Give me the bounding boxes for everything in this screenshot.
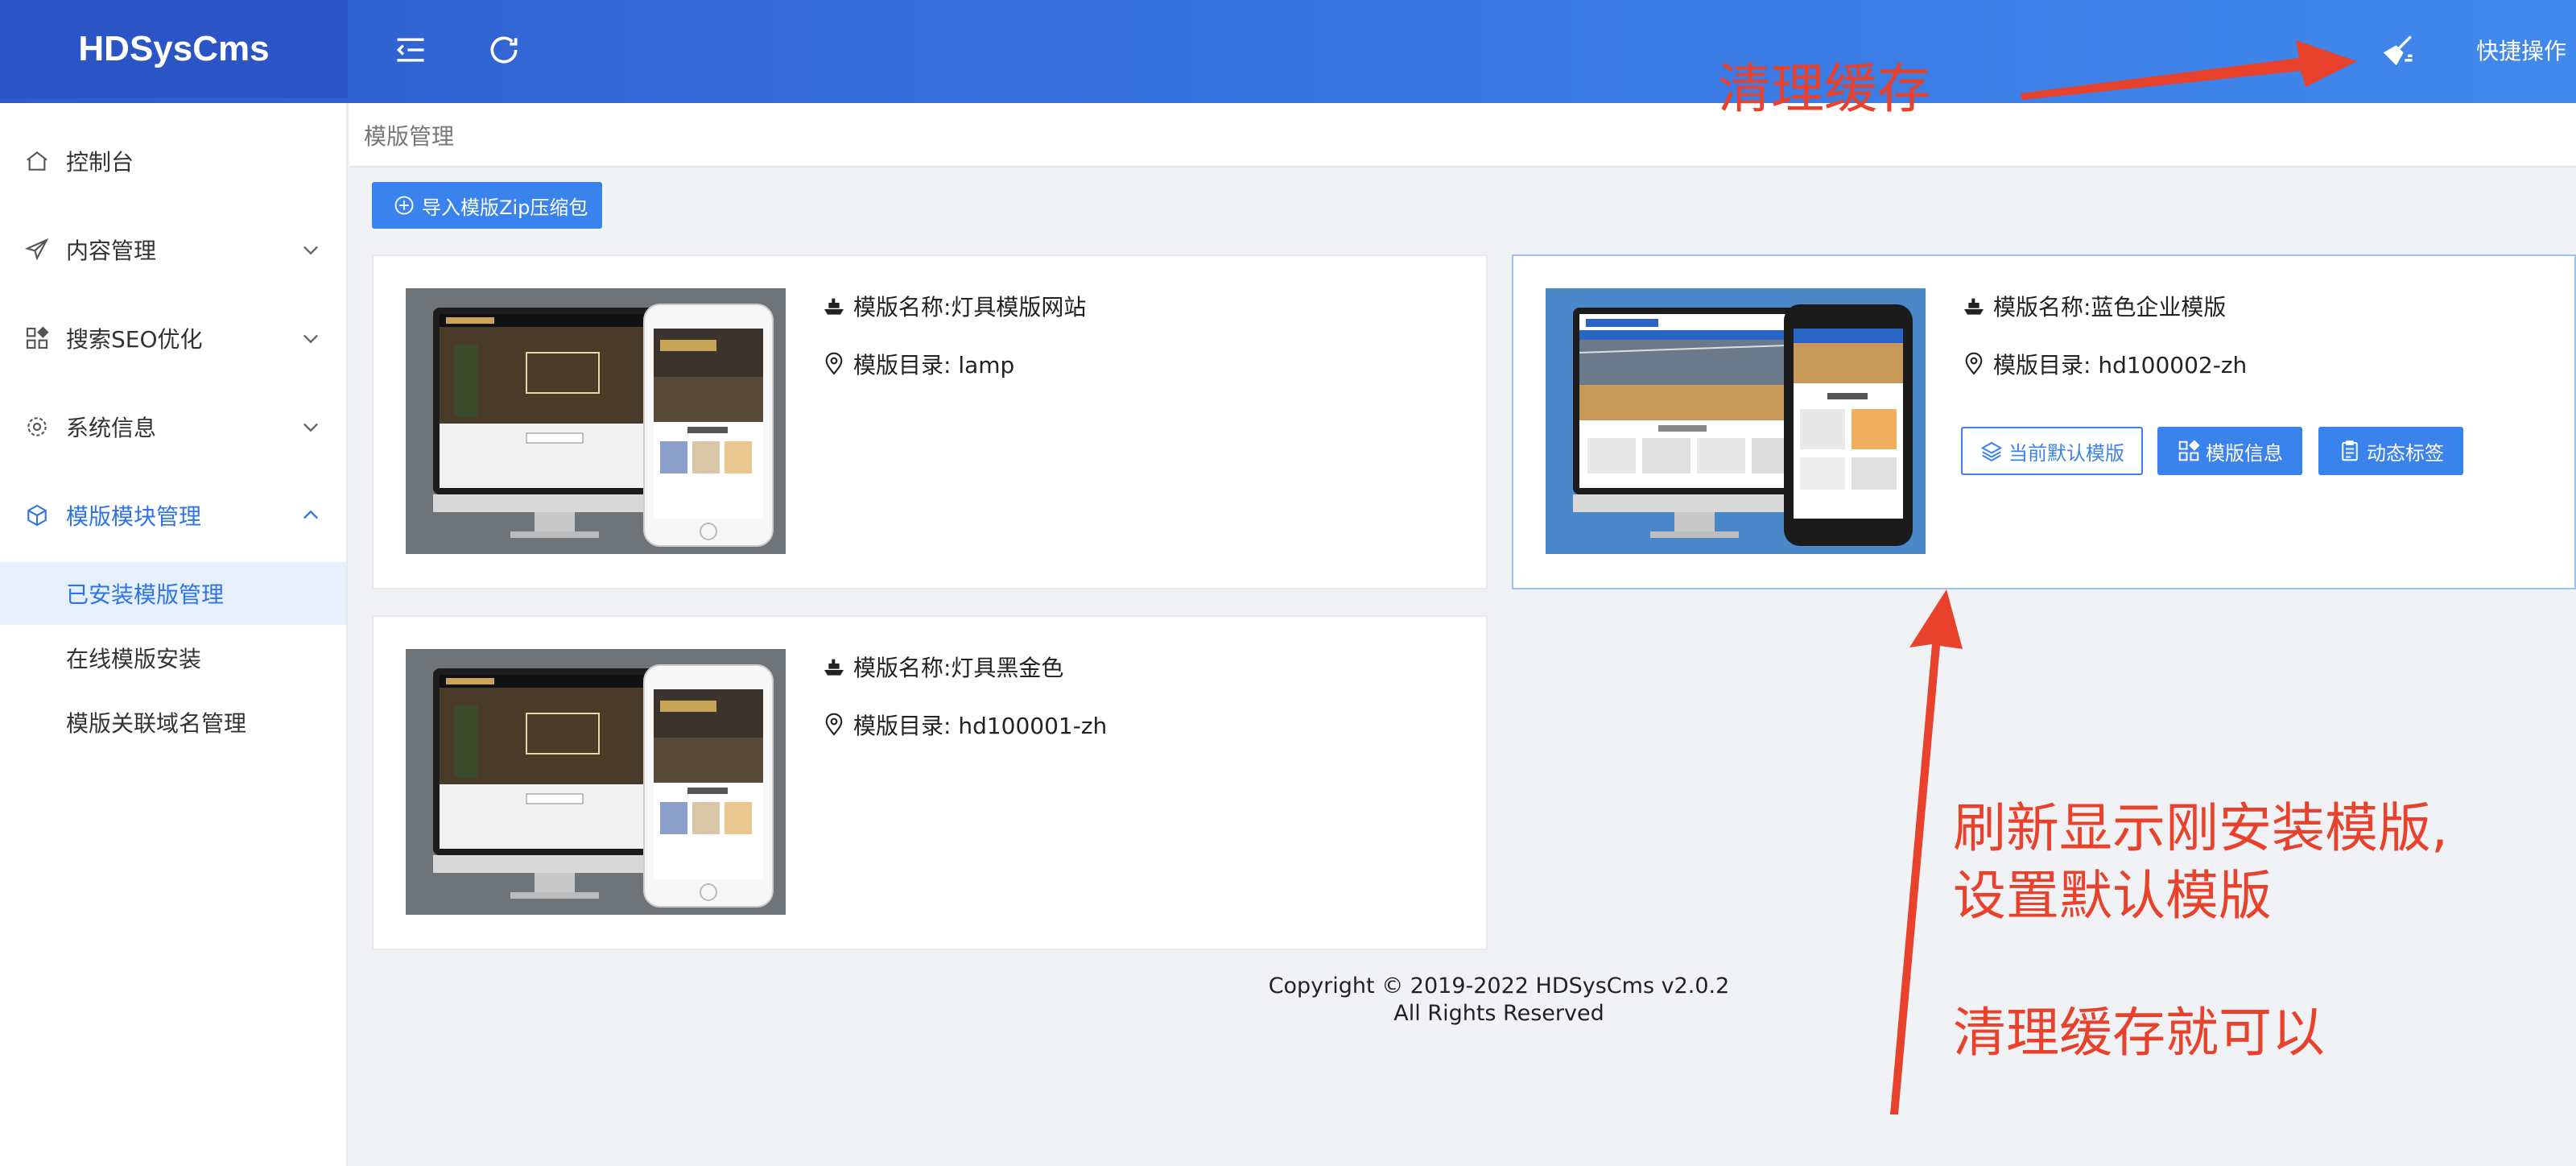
annotation-refresh-line1: 刷新显示刚安装模版, [1953, 797, 2448, 859]
annotation-clear-cache: 清理缓存 [1718, 58, 1930, 120]
arrow-to-clear-cache [2021, 40, 2357, 100]
arrow-to-current-template [1890, 589, 1963, 1114]
annotation-clear-cache-done: 清理缓存就可以 [1953, 1002, 2325, 1064]
annotation-refresh-line2: 设置默认模版 [1953, 865, 2272, 927]
annotation-arrows [1890, 40, 2357, 1114]
